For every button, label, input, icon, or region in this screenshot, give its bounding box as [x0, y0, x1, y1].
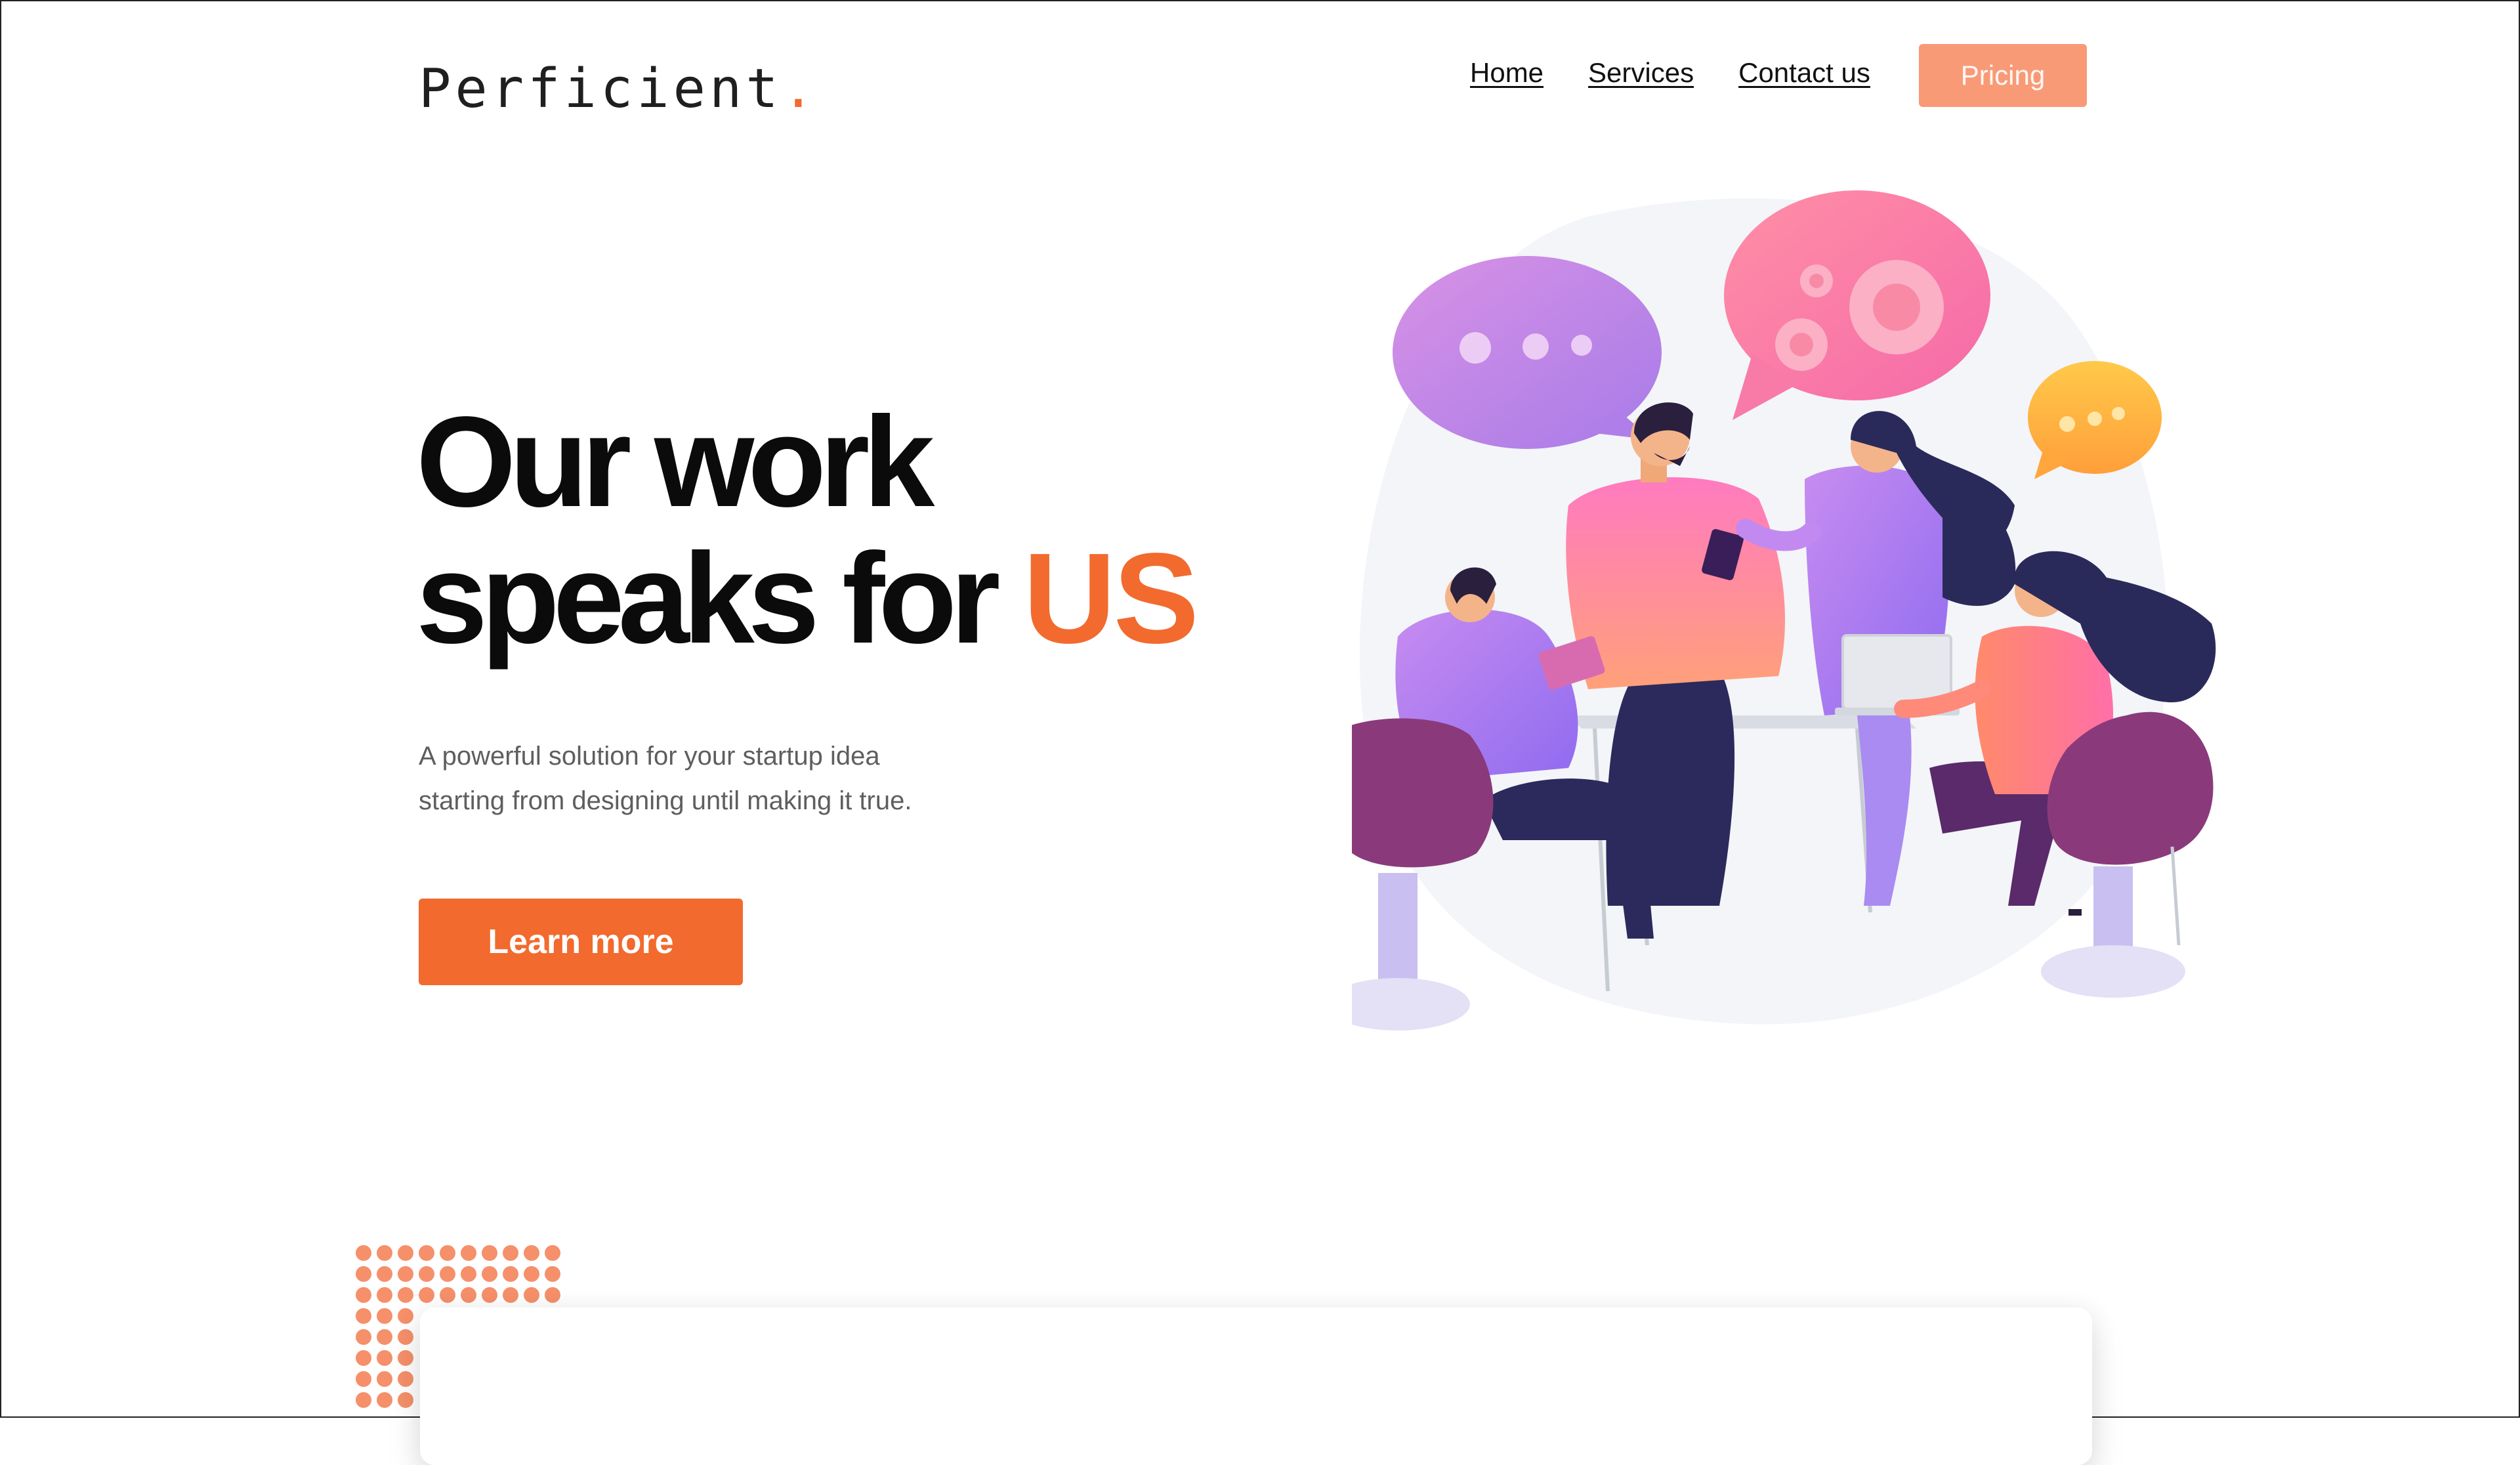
decor-dot [545, 1266, 560, 1282]
decor-dot [482, 1266, 497, 1282]
decor-dot [377, 1371, 392, 1387]
decor-dot [356, 1287, 371, 1303]
pricing-button[interactable]: Pricing [1919, 44, 2087, 107]
nav-link-home[interactable]: Home [1470, 57, 1544, 89]
decor-dot [461, 1266, 476, 1282]
decor-dot [461, 1245, 476, 1261]
decor-dot [377, 1350, 392, 1366]
brand-logo[interactable]: Perficient. [419, 58, 818, 120]
content-card [420, 1307, 2092, 1465]
decor-dot [461, 1287, 476, 1303]
decor-dot [419, 1266, 434, 1282]
speech-bubble-dots-icon [1393, 256, 1662, 449]
decor-dot [356, 1245, 371, 1261]
decor-dot [524, 1266, 539, 1282]
decor-dot [482, 1287, 497, 1303]
hero-title-prefix: speaks for [416, 526, 1023, 670]
decor-dot [524, 1287, 539, 1303]
decor-dot [545, 1287, 560, 1303]
decor-dot [398, 1266, 413, 1282]
decor-dot [377, 1245, 392, 1261]
decor-dot [356, 1371, 371, 1387]
brand-name: Perficient [419, 58, 782, 120]
decor-dot [440, 1287, 455, 1303]
decor-dot [440, 1266, 455, 1282]
hero-title-line-1: Our work [416, 390, 934, 534]
top-nav: Home Services Contact us [1470, 51, 1870, 95]
hero-subtitle-line-2: starting from designing until making it … [419, 786, 912, 815]
decor-dot [377, 1287, 392, 1303]
decor-dot [398, 1392, 413, 1408]
hero-title: Our work speaks for US [416, 390, 1199, 667]
decor-dot [398, 1308, 413, 1324]
hero-subtitle-line-1: A powerful solution for your startup ide… [419, 742, 880, 771]
speech-bubble-small-icon [2028, 361, 2162, 479]
decor-dot [356, 1308, 371, 1324]
decor-dot [503, 1245, 518, 1261]
decor-dot [356, 1329, 371, 1345]
decor-dot [398, 1350, 413, 1366]
decor-dot [377, 1266, 392, 1282]
decor-dot [398, 1287, 413, 1303]
hero-subtitle: A powerful solution for your startup ide… [419, 734, 1009, 823]
decor-dot [419, 1287, 434, 1303]
decor-dot [356, 1266, 371, 1282]
nav-link-services[interactable]: Services [1588, 57, 1694, 89]
decor-dot [356, 1392, 371, 1408]
hero-title-line-2: speaks for US [416, 530, 1199, 667]
decor-dot [503, 1266, 518, 1282]
decor-dot [377, 1329, 392, 1345]
decor-dot [524, 1245, 539, 1261]
decor-dot [440, 1245, 455, 1261]
team-meeting-illustration [1352, 190, 2216, 1030]
decor-dot [377, 1308, 392, 1324]
decor-dot [398, 1245, 413, 1261]
nav-link-contact[interactable]: Contact us [1738, 57, 1870, 89]
decor-dot [419, 1245, 434, 1261]
decor-dot [545, 1245, 560, 1261]
decor-dot [377, 1392, 392, 1408]
decor-dot [482, 1245, 497, 1261]
decor-dot [398, 1329, 413, 1345]
learn-more-button[interactable]: Learn more [419, 899, 743, 985]
brand-dot: . [782, 58, 819, 120]
decor-dot [503, 1287, 518, 1303]
decor-dot [356, 1350, 371, 1366]
decor-dot [398, 1371, 413, 1387]
hero-title-highlight: US [1022, 526, 1199, 670]
